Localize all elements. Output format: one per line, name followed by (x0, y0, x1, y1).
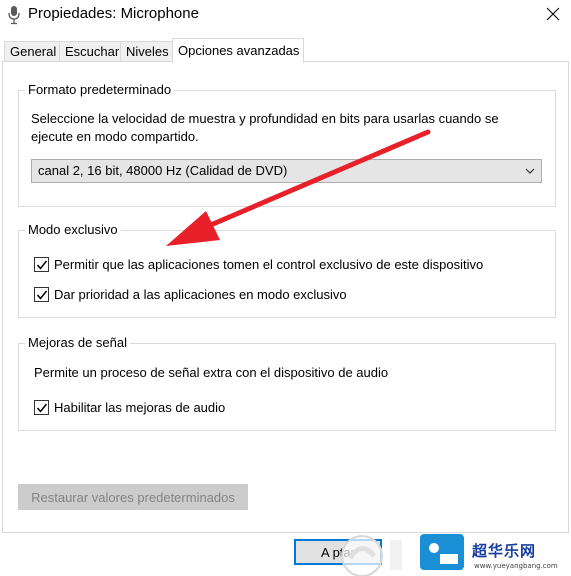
default-format-group: Formato predeterminado Seleccione la vel… (18, 82, 556, 207)
audio-enhancements-label: Habilitar las mejoras de audio (54, 400, 226, 415)
title-bar: Propiedades: Microphone (0, 0, 571, 30)
checkmark-icon (36, 290, 48, 300)
tab-general[interactable]: General (4, 41, 60, 62)
restore-defaults-button[interactable]: Restaurar valores predeterminados (18, 484, 248, 510)
exclusive-mode-group: Modo exclusivo Permitir que las aplicaci… (18, 222, 556, 318)
exclusive-control-checkbox[interactable] (34, 257, 49, 272)
close-icon (546, 7, 560, 21)
watermark-text: 超华乐网 (472, 542, 537, 560)
exclusive-mode-legend: Modo exclusivo (25, 222, 121, 237)
sample-rate-value: canal 2, 16 bit, 48000 Hz (Calidad de DV… (38, 163, 288, 178)
exclusive-priority-option[interactable]: Dar prioridad a las aplicaciones en modo… (34, 287, 347, 302)
tab-opciones-avanzadas[interactable]: Opciones avanzadas (172, 38, 304, 63)
exclusive-priority-checkbox[interactable] (34, 287, 49, 302)
default-format-description-line1: Seleccione la velocidad de muestra y pro… (31, 111, 499, 126)
exclusive-priority-label: Dar prioridad a las aplicaciones en modo… (54, 287, 347, 302)
audio-enhancements-checkbox[interactable] (34, 400, 49, 415)
exclusive-control-label: Permitir que las aplicaciones tomen el c… (54, 257, 484, 272)
watermark-url: www.yueyangbang.com (474, 562, 558, 570)
window-title: Propiedades: Microphone (28, 5, 199, 22)
tab-escuchar[interactable]: Escuchar (59, 41, 121, 62)
tab-panel: Formato predeterminado Seleccione la vel… (2, 61, 569, 533)
signal-enhancements-group: Mejoras de señal Permite un proceso de s… (18, 335, 556, 431)
close-button[interactable] (535, 0, 571, 28)
default-format-legend: Formato predeterminado (25, 82, 175, 97)
audio-enhancements-option[interactable]: Habilitar las mejoras de audio (34, 400, 225, 415)
checkmark-icon (36, 403, 48, 413)
default-format-description-line2: ejecute en modo compartido. (31, 129, 199, 144)
microphone-icon (8, 5, 20, 25)
checkmark-icon (36, 260, 48, 270)
signal-enhancements-description: Permite un proceso de señal extra con el… (34, 365, 389, 380)
signal-enhancements-legend: Mejoras de señal (25, 335, 130, 350)
tab-niveles[interactable]: Niveles (120, 41, 173, 62)
chevron-down-icon (525, 168, 535, 174)
sample-rate-select[interactable]: canal 2, 16 bit, 48000 Hz (Calidad de DV… (31, 159, 542, 183)
exclusive-control-option[interactable]: Permitir que las aplicaciones tomen el c… (34, 257, 483, 272)
tab-strip: General Escuchar Niveles Opciones avanza… (2, 38, 571, 63)
